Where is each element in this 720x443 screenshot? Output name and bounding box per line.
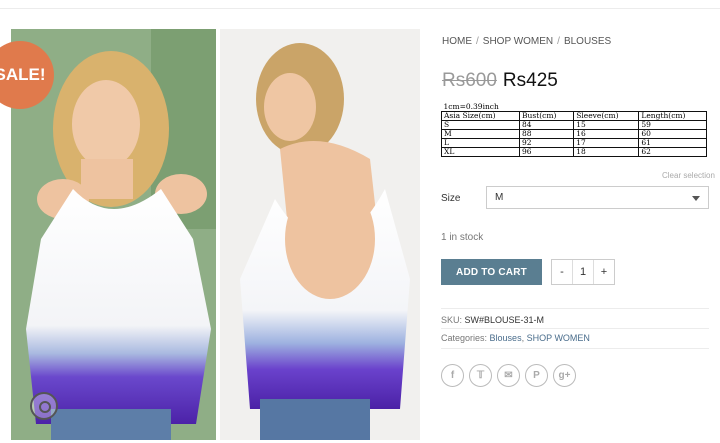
categories-line: Categories: Blouses, SHOP WOMEN xyxy=(441,333,590,343)
google-plus-icon[interactable]: g+ xyxy=(553,364,576,387)
size-chart-row: L 92 17 61 xyxy=(440,138,707,148)
stock-status: 1 in stock xyxy=(441,232,484,243)
breadcrumb-shop-women[interactable]: SHOP WOMEN xyxy=(483,36,553,47)
breadcrumb-blouses[interactable]: BLOUSES xyxy=(564,36,611,47)
old-price: Rs600 xyxy=(442,70,497,91)
size-select[interactable]: M xyxy=(486,186,709,209)
quantity-stepper: - 1 + xyxy=(551,259,615,285)
size-chart-table: 1cm=0.39inch Asia Size(cm) Bust(cm) Slee… xyxy=(440,102,707,157)
quantity-plus-button[interactable]: + xyxy=(594,260,614,284)
meta-divider xyxy=(441,348,709,349)
size-chart-cell: 18 xyxy=(573,147,640,157)
clear-selection-link[interactable]: Clear selection xyxy=(662,171,715,180)
product-image-back[interactable] xyxy=(220,29,420,440)
twitter-icon[interactable]: 𝕋 xyxy=(469,364,492,387)
size-select-value: M xyxy=(495,192,504,203)
current-price: Rs425 xyxy=(502,70,558,91)
size-chart-row: S 84 15 59 xyxy=(440,120,707,130)
size-chart-cell: M xyxy=(440,129,521,139)
sku-value: SW#BLOUSE-31-M xyxy=(464,315,545,325)
category-link-shop-women[interactable]: SHOP WOMEN xyxy=(527,333,590,343)
zoom-icon[interactable] xyxy=(30,392,58,420)
size-label: Size xyxy=(441,193,461,204)
facebook-icon[interactable]: f xyxy=(441,364,464,387)
size-chart-cell: S xyxy=(440,120,521,130)
sku-label: SKU: xyxy=(441,315,463,325)
breadcrumb: HOME / SHOP WOMEN / BLOUSES xyxy=(442,36,612,47)
size-chart-row: XL 96 18 62 xyxy=(440,147,707,157)
price: Rs600 Rs425 xyxy=(442,70,558,92)
meta-divider xyxy=(441,328,709,329)
size-chart-header-row: Asia Size(cm) Bust(cm) Sleeve(cm) Length… xyxy=(440,111,707,121)
add-to-cart-button[interactable]: ADD TO CART xyxy=(441,259,542,285)
size-chart-cell: 96 xyxy=(519,147,575,157)
breadcrumb-home[interactable]: HOME xyxy=(442,36,472,47)
email-icon[interactable]: ✉ xyxy=(497,364,520,387)
size-chart-cell: XL xyxy=(440,147,521,157)
sku-line: SKU: SW#BLOUSE-31-M xyxy=(441,315,544,325)
size-chart-header: Asia Size(cm) xyxy=(440,111,521,121)
pinterest-icon[interactable]: P xyxy=(525,364,548,387)
quantity-minus-button[interactable]: - xyxy=(552,260,573,284)
meta-divider xyxy=(441,308,709,309)
share-icons: f 𝕋 ✉ P g+ xyxy=(441,364,576,387)
size-chart-cell: 62 xyxy=(638,147,707,157)
quantity-input[interactable]: 1 xyxy=(573,260,594,284)
category-link-blouses[interactable]: Blouses xyxy=(490,333,522,343)
categories-label: Categories: xyxy=(441,333,488,343)
size-chart-row: M 88 16 60 xyxy=(440,129,707,139)
chevron-down-icon xyxy=(692,196,700,201)
header-divider xyxy=(0,8,720,9)
